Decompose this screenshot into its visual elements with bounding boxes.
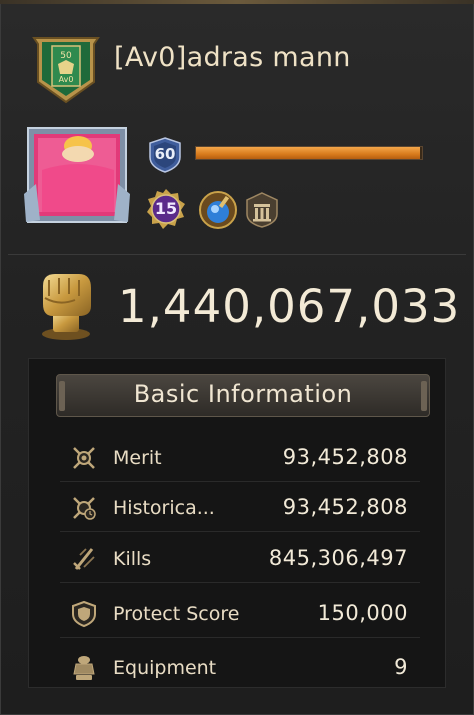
top-border [0,0,474,4]
stat-row-kills[interactable]: Kills 845,306,497 [60,535,420,583]
player-name: [Av0]adras mann [114,42,351,73]
alliance-banner-icon[interactable]: 50 Av0 [28,30,104,106]
basic-info-title: Basic Information [133,380,353,408]
stat-row-historical[interactable]: Historica... 93,452,808 [60,484,420,532]
armor-icon [73,656,95,680]
rank-value: 15 [154,199,178,218]
banner-tag-text: Av0 [59,75,74,84]
player-avatar[interactable] [22,124,132,228]
stat-value: 93,452,808 [282,445,408,469]
blade-icon [73,548,95,570]
stat-value: 845,306,497 [268,546,408,570]
stat-value: 150,000 [317,601,408,625]
power-value: 1,440,067,033 [118,280,461,333]
potion-skill-icon[interactable] [198,190,238,230]
stat-label: Kills [113,548,152,570]
experience-bar [195,146,423,160]
shield-icon [72,600,96,628]
stat-row-merit[interactable]: Merit 93,452,808 [60,434,420,482]
section-divider [8,254,466,255]
stat-label: Equipment [113,657,217,679]
stat-row-protect-score[interactable]: Protect Score 150,000 [60,590,420,638]
stat-value: 93,452,808 [282,495,408,519]
stat-row-equipment[interactable]: Equipment 9 [60,644,420,692]
hall-building-icon[interactable] [245,192,279,228]
stat-label: Historica... [113,497,215,519]
stat-label: Protect Score [113,603,240,625]
experience-bar-fill [196,147,420,159]
swords-crest-icon [73,447,95,469]
swords-history-icon [73,497,96,520]
level-value: 60 [154,145,176,163]
power-fist-icon [42,274,91,340]
banner-level-text: 50 [60,51,72,61]
stat-label: Merit [113,447,162,469]
stat-value: 9 [394,655,408,679]
